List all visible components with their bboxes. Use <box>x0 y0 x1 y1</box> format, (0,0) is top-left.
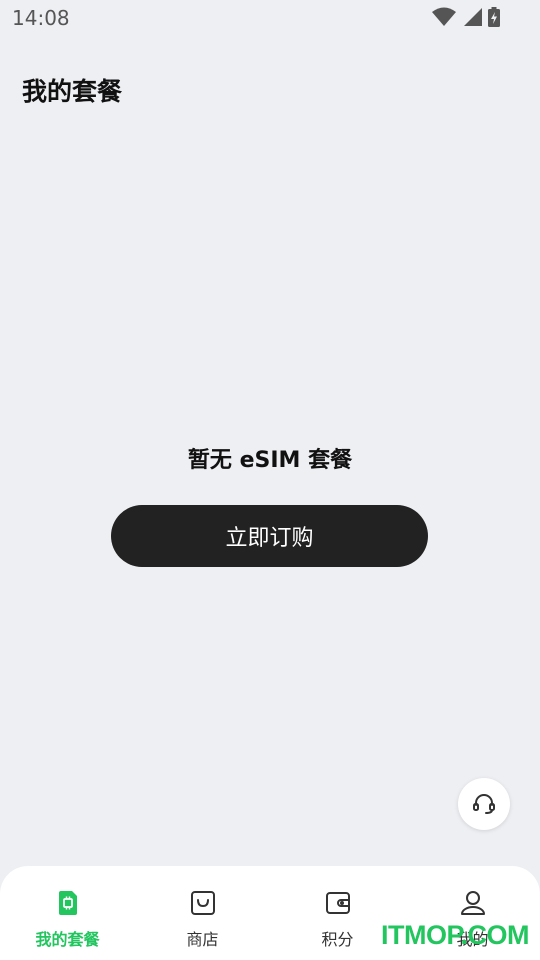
page-title: 我的套餐 <box>22 77 123 106</box>
headset-icon <box>473 794 495 814</box>
nav-icon-wrap <box>323 888 353 918</box>
status-bar: 14:08 <box>0 0 540 36</box>
subscribe-now-button[interactable]: 立即订购 <box>111 505 428 567</box>
wifi-icon <box>432 7 456 26</box>
watermark: ITMOP.COM <box>381 920 530 950</box>
nav-item-store[interactable]: 商店 <box>135 866 270 960</box>
sim-card-icon <box>58 891 77 915</box>
status-time: 14:08 <box>12 6 70 30</box>
signal-icon <box>464 8 482 26</box>
nav-label: 积分 <box>321 930 354 949</box>
screen: 14:08 我的套餐 暂无 eSIM 套餐 立即订购 我的套餐 商店 积分 我的… <box>0 0 540 960</box>
wallet-icon <box>325 892 350 914</box>
status-icons <box>432 7 500 27</box>
nav-label: 我的套餐 <box>35 930 100 949</box>
empty-state-message: 暂无 eSIM 套餐 <box>187 448 353 473</box>
nav-item-my-plans[interactable]: 我的套餐 <box>0 866 135 960</box>
nav-icon-wrap <box>458 888 488 918</box>
nav-icon-wrap <box>188 888 218 918</box>
nav-icon-wrap <box>53 888 83 918</box>
battery-charging-icon <box>488 7 500 27</box>
shopping-bag-icon <box>190 891 215 915</box>
user-icon <box>460 891 485 915</box>
customer-support-button[interactable] <box>458 778 510 830</box>
nav-label: 商店 <box>186 930 219 949</box>
